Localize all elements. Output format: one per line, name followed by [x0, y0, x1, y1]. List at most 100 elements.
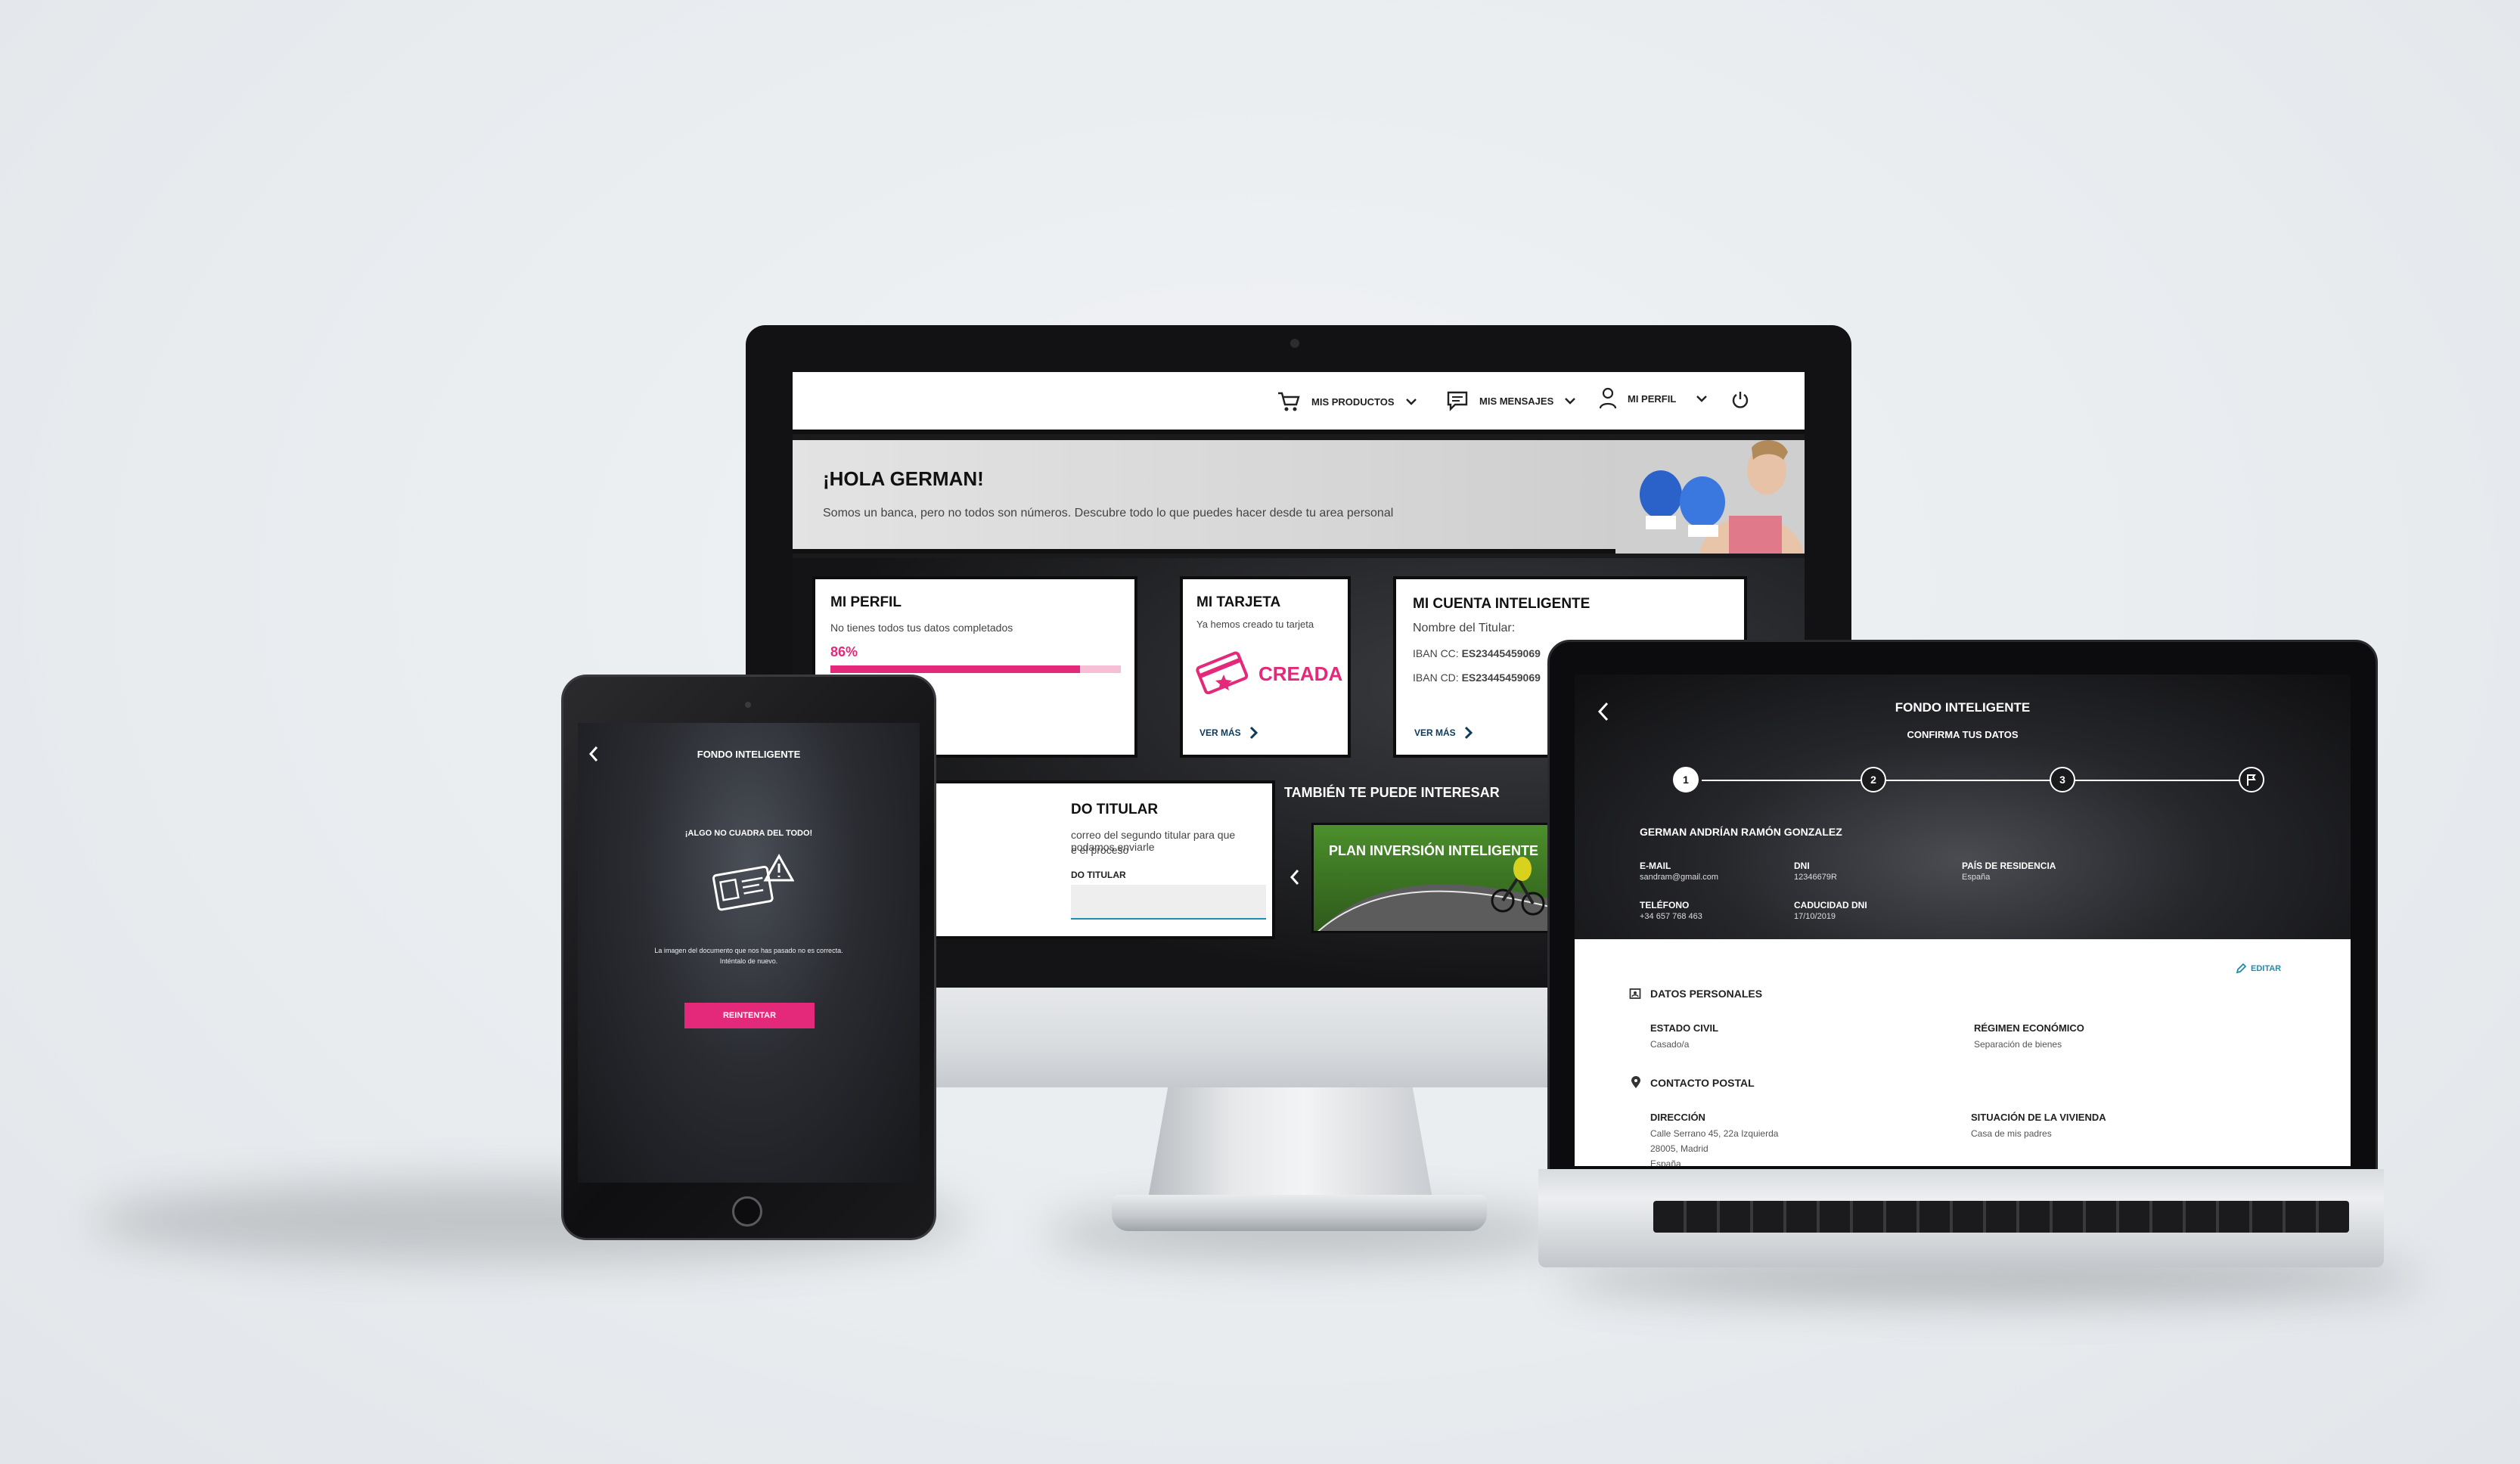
second-holder-title: DO TITULAR	[1071, 802, 1159, 817]
address-line-2: 28005, Madrid	[1650, 1143, 1708, 1154]
address-line-1: Calle Serrano 45, 22a Izquierda	[1650, 1128, 1779, 1139]
chevron-down-icon	[1405, 399, 1417, 405]
second-holder-text-2: e el proceso	[1071, 844, 1129, 856]
nav-my-profile[interactable]: MI PERFIL	[1599, 387, 1708, 410]
imac-camera	[1290, 339, 1299, 348]
address-label: DIRECCIÓN	[1650, 1112, 1705, 1123]
iban-cc-value: ES23445459069	[1461, 647, 1541, 659]
civil-status-label: ESTADO CIVIL	[1650, 1022, 1719, 1034]
smart-account-see-more[interactable]: VER MÁS	[1414, 726, 1473, 740]
ipad-title: FONDO INTELIGENTE	[697, 749, 801, 760]
account-holder-label: Nombre del Titular:	[1413, 622, 1516, 634]
nav-my-messages-label: MIS MENSAJES	[1479, 395, 1554, 407]
laptop-keyboard	[1653, 1201, 2349, 1233]
chevron-down-icon	[1565, 398, 1576, 405]
profile-percent: 86%	[830, 644, 858, 659]
id-card-warning-icon	[712, 853, 794, 911]
second-holder-email-input[interactable]	[1071, 885, 1266, 920]
economic-regime-label: RÉGIMEN ECONÓMICO	[1974, 1022, 2084, 1034]
economic-regime-value: Separación de bienes	[1974, 1039, 2062, 1050]
dni-value: 12346679R	[1794, 873, 1837, 882]
credit-card-star-icon	[1196, 651, 1249, 694]
personal-data-section: DATOS PERSONALES	[1650, 988, 1763, 1000]
message-icon	[1447, 391, 1468, 411]
retry-button[interactable]: REINTENTAR	[684, 1003, 815, 1028]
step-3[interactable]: 3	[2050, 767, 2075, 792]
my-card-see-more[interactable]: VER MÁS	[1199, 726, 1258, 740]
profile-progress-fill	[830, 665, 1081, 673]
see-more-label: VER MÁS	[1414, 727, 1456, 738]
email-value: sandram@gmail.com	[1640, 873, 1719, 882]
customer-name: GERMAN ANDRÍAN RAMÓN GONZALEZ	[1640, 826, 1842, 838]
iban-cc-label: IBAN CC:	[1413, 647, 1459, 659]
postal-contact-section: CONTACTO POSTAL	[1650, 1077, 1755, 1089]
stepper-line	[1702, 780, 2261, 781]
civil-status-value: Casado/a	[1650, 1039, 1690, 1050]
welcome-title: ¡HOLA GERMAN!	[823, 467, 984, 490]
second-holder-field-label: DO TITULAR	[1071, 870, 1126, 880]
my-profile-title: MI PERFIL	[830, 594, 902, 610]
iban-cd-value: ES23445459069	[1461, 672, 1541, 684]
ipad-message-1: La imagen del documento que nos has pasa…	[654, 947, 843, 954]
promo-title: PLAN INVERSIÓN INTELIGENTE	[1329, 843, 1539, 858]
iban-cd-label: IBAN CD:	[1413, 672, 1459, 684]
nav-my-products[interactable]: MIS PRODUCTOS	[1277, 390, 1417, 413]
promo-investment-plan[interactable]: PLAN INVERSIÓN INTELIGENTE	[1311, 823, 1553, 933]
ipad-alert-title: ¡ALGO NO CUADRA DEL TODO!	[684, 829, 813, 838]
housing-status-label: SITUACIÓN DE LA VIVIENDA	[1971, 1112, 2106, 1123]
my-card-text: Ya hemos creado tu tarjeta	[1196, 619, 1314, 630]
chevron-down-icon	[1696, 395, 1708, 402]
imac-stand	[1147, 1078, 1434, 1207]
location-pin-icon	[1631, 1076, 1640, 1088]
ipad-screen: FONDO INTELIGENTE ¡ALGO NO CUADRA DEL TO…	[578, 723, 920, 1183]
address-line-3: España	[1650, 1158, 1681, 1166]
second-holder-card: DO TITULAR correo del segundo titular pa…	[929, 780, 1275, 939]
laptop-subtitle: CONFIRMA TUS DATOS	[1907, 729, 2019, 740]
my-profile-text: No tienes todos tus datos completados	[830, 622, 1013, 634]
nav-my-messages[interactable]: MIS MENSAJES	[1446, 390, 1576, 411]
nav-my-profile-label: MI PERFIL	[1628, 392, 1677, 405]
my-card-card[interactable]: MI TARJETA Ya hemos creado tu tarjeta CR…	[1180, 576, 1351, 758]
smart-account-title: MI CUENTA INTELIGENTE	[1413, 596, 1591, 612]
step-1[interactable]: 1	[1673, 767, 1699, 792]
user-icon	[1599, 387, 1617, 409]
iban-cd-row: IBAN CD: ES23445459069	[1413, 672, 1541, 684]
step-2[interactable]: 2	[1861, 767, 1886, 792]
welcome-hero: ¡HOLA GERMAN! Somos un banca, pero no to…	[793, 440, 1805, 554]
chevron-left-icon[interactable]	[1289, 868, 1301, 886]
step-final[interactable]	[2239, 767, 2264, 792]
see-more-label: VER MÁS	[1199, 727, 1241, 738]
phone-value: +34 657 768 463	[1640, 912, 1702, 921]
welcome-subtitle: Somos un banca, pero no todos son número…	[823, 507, 1394, 520]
top-navigation-bar: MIS PRODUCTOS MIS MENSAJES MI PERFIL	[793, 372, 1805, 434]
interest-title: TAMBIÉN TE PUEDE INTERESAR	[1284, 785, 1500, 800]
edit-button[interactable]: EDITAR	[2236, 963, 2281, 974]
card-status: CREADA	[1258, 662, 1343, 685]
chevron-right-icon	[1249, 726, 1258, 740]
iban-cc-row: IBAN CC: ES23445459069	[1413, 647, 1541, 659]
confirm-data-header: FONDO INTELIGENTE CONFIRMA TUS DATOS 1 2…	[1575, 675, 2351, 939]
phone-label: TELÉFONO	[1640, 900, 1690, 910]
edit-label: EDITAR	[2251, 964, 2282, 973]
dni-expiry-value: 17/10/2019	[1794, 912, 1836, 921]
housing-status-value: Casa de mis padres	[1971, 1128, 2052, 1139]
id-badge-icon	[1629, 988, 1641, 999]
nav-my-products-label: MIS PRODUCTOS	[1311, 395, 1395, 408]
imac-stand-base	[1112, 1195, 1487, 1231]
logout-button[interactable]	[1730, 390, 1750, 410]
country-value: España	[1962, 873, 1991, 882]
ipad-home-button[interactable]	[732, 1196, 762, 1227]
dni-label: DNI	[1794, 861, 1810, 871]
laptop-screen: FONDO INTELIGENTE CONFIRMA TUS DATOS 1 2…	[1575, 675, 2351, 1166]
cart-icon	[1278, 392, 1300, 411]
ipad-message-2: Inténtalo de nuevo.	[719, 957, 778, 965]
country-label: PAÍS DE RESIDENCIA	[1962, 861, 2056, 871]
chevron-right-icon	[1464, 726, 1473, 740]
cyclist-image	[1317, 857, 1551, 931]
ipad-camera	[745, 702, 751, 708]
flag-icon	[2247, 774, 2256, 786]
pencil-icon	[2236, 963, 2246, 974]
email-label: E-MAIL	[1640, 861, 1671, 871]
dni-expiry-label: CADUCIDAD DNI	[1794, 900, 1867, 910]
power-icon	[1732, 392, 1749, 408]
